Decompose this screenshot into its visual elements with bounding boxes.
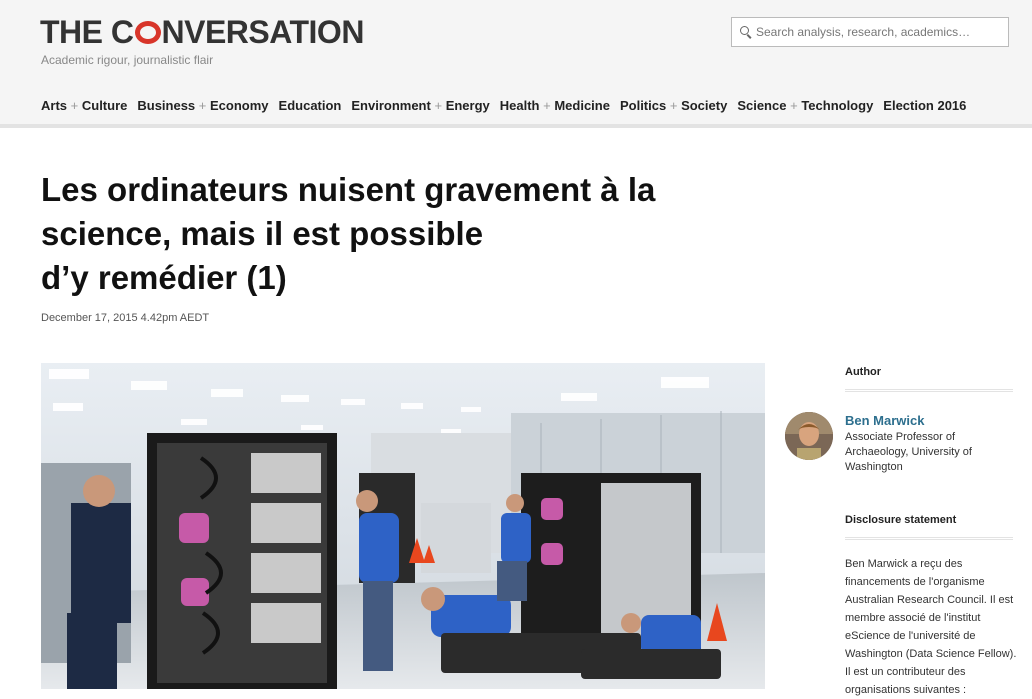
nav-plus: + (70, 98, 79, 113)
article-date: December 17, 2015 4.42pm AEDT (41, 312, 210, 324)
nav-item-environment-energy[interactable]: Environment + Energy (351, 98, 489, 113)
disclosure-text: Ben Marwick a reçu des financements de l… (845, 558, 1017, 696)
nav-label: Business (137, 98, 196, 113)
disclosure-heading: Disclosure statement (845, 514, 957, 526)
logo-text-start: THE C (40, 14, 134, 50)
main-nav: Arts + Culture Business + Economy Educat… (41, 98, 976, 113)
nav-label: Energy (445, 98, 490, 113)
nav-plus: + (669, 98, 678, 113)
title-line-3: d’y remédier (1) (41, 259, 287, 296)
article-lead-image[interactable] (41, 363, 765, 689)
nav-label: Education (278, 98, 342, 113)
nav-plus: + (790, 98, 798, 113)
author-divider (845, 389, 1013, 392)
nav-label: Culture (81, 98, 128, 113)
site-header: THE C NVERSATION Academic rigour, journal… (0, 0, 1032, 124)
nav-label: Medicine (554, 98, 610, 113)
author-name-link[interactable]: Ben Marwick (845, 413, 924, 428)
nav-label: Politics (619, 98, 667, 113)
nav-label: Society (681, 98, 728, 113)
author-avatar[interactable] (785, 412, 833, 460)
search-box[interactable] (731, 17, 1009, 47)
search-icon (740, 26, 749, 35)
nav-plus: + (198, 98, 207, 113)
nav-label: Science (737, 98, 787, 113)
site-tagline: Academic rigour, journalistic flair (41, 53, 214, 67)
logo-text-end: NVERSATION (161, 14, 365, 50)
nav-label: Environment (351, 98, 431, 113)
nav-item-science-technology[interactable]: Science + Technology (737, 98, 873, 113)
author-heading: Author (845, 366, 882, 378)
nav-item-business-economy[interactable]: Business + Economy (137, 98, 268, 113)
author-role: Associate Professor of Archaeology, Univ… (845, 431, 972, 473)
header-divider (0, 124, 1032, 128)
nav-item-health-medicine[interactable]: Health + Medicine (500, 98, 610, 113)
nav-label: Health (499, 98, 540, 113)
nav-item-arts-culture[interactable]: Arts + Culture (41, 98, 127, 113)
nav-item-education[interactable]: Education (279, 98, 342, 113)
disclosure-divider (845, 537, 1013, 540)
site-logo[interactable]: THE C NVERSATION (40, 14, 364, 51)
nav-plus: + (543, 98, 551, 113)
nav-item-politics-society[interactable]: Politics + Society (620, 98, 727, 113)
nav-label: Economy (210, 98, 269, 113)
article-title: Les ordinateurs nuisent gravement à la sc… (41, 168, 741, 300)
nav-plus: + (434, 98, 443, 113)
title-line-2: science, mais il est possible (41, 215, 484, 252)
nav-label: Technology (801, 98, 874, 113)
title-line-1: Les ordinateurs nuisent gravement à la (41, 171, 656, 208)
supercomputer-photo (41, 363, 765, 689)
nav-label: Arts (41, 98, 68, 113)
nav-item-election-2016[interactable]: Election 2016 (883, 98, 966, 113)
logo-speech-bubble-o (134, 21, 161, 44)
nav-label: Election 2016 (883, 98, 967, 113)
author-photo (785, 412, 833, 460)
search-input[interactable] (756, 23, 1004, 41)
